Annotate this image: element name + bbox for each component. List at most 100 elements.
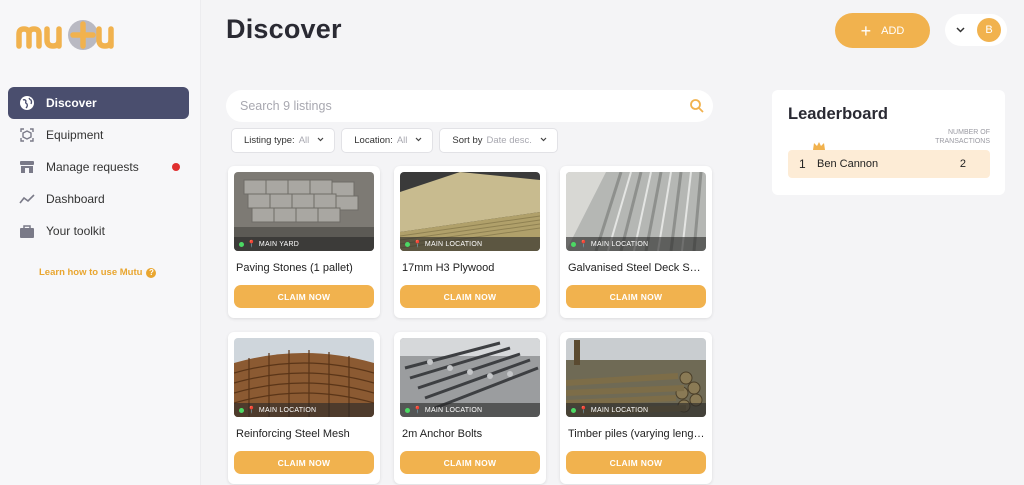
mutu-logo[interactable] <box>16 16 116 56</box>
leaderboard-panel: Leaderboard NUMBER OF TRANSACTIONS 1 Ben… <box>772 90 1005 195</box>
learn-link[interactable]: Learn how to use Mutu ? <box>39 267 157 278</box>
trend-icon <box>18 190 36 208</box>
sidebar-item-label: Your toolkit <box>46 224 105 238</box>
chevron-down-icon <box>317 137 324 144</box>
claim-now-button[interactable]: CLAIM NOW <box>566 451 706 474</box>
location-tag: 📍 MAIN LOCATION <box>566 403 706 417</box>
filter-bar: Listing type: All Location: All Sort by … <box>231 128 558 153</box>
add-button-label: ADD <box>881 24 905 37</box>
pin-icon: 📍 <box>579 407 588 414</box>
search-input[interactable] <box>240 99 670 113</box>
pin-icon: 📍 <box>579 241 588 248</box>
listing-image-steel-deck: 📍 MAIN LOCATION <box>566 172 706 251</box>
location-label: MAIN LOCATION <box>590 406 649 414</box>
listing-image-steel-mesh: 📍 MAIN LOCATION <box>234 338 374 417</box>
listing-image-anchor-bolts: 📍 MAIN LOCATION <box>400 338 540 417</box>
listing-title: Timber piles (varying lengths) <box>568 428 706 440</box>
pin-icon: 📍 <box>247 407 256 414</box>
location-label: MAIN YARD <box>258 240 299 248</box>
sidebar-item-label: Dashboard <box>46 192 105 206</box>
learn-link-label: Learn how to use Mutu <box>39 267 143 278</box>
location-tag: 📍 MAIN YARD <box>234 237 374 251</box>
pin-icon: 📍 <box>247 241 256 248</box>
filter-label: Sort by <box>452 135 483 146</box>
listing-card[interactable]: 📍 MAIN YARD Paving Stones (1 pallet) CLA… <box>228 166 380 318</box>
plus-icon: + <box>860 20 872 41</box>
chevron-down-icon <box>415 137 422 144</box>
location-label: MAIN LOCATION <box>424 406 483 414</box>
search-icon[interactable] <box>689 98 705 119</box>
filter-value: Date desc. <box>486 135 532 146</box>
chevron-down-icon <box>540 137 547 144</box>
user-menu[interactable]: B <box>945 14 1007 46</box>
pin-icon: 📍 <box>413 407 422 414</box>
listing-image-plywood: 📍 MAIN LOCATION <box>400 172 540 251</box>
search-bar <box>226 90 713 122</box>
claim-now-button[interactable]: CLAIM NOW <box>566 285 706 308</box>
globe-icon <box>18 94 36 112</box>
listing-image-paving-stones: 📍 MAIN YARD <box>234 172 374 251</box>
filter-label: Listing type: <box>244 135 295 146</box>
listing-card[interactable]: 📍 MAIN LOCATION 2m Anchor Bolts CLAIM NO… <box>394 332 546 484</box>
filter-sort-by[interactable]: Sort by Date desc. <box>439 128 558 153</box>
filter-value: All <box>298 135 310 146</box>
listing-title: Reinforcing Steel Mesh <box>236 428 350 440</box>
claim-now-button[interactable]: CLAIM NOW <box>234 451 374 474</box>
crown-icon <box>812 141 826 154</box>
leaderboard-column-header: NUMBER OF TRANSACTIONS <box>930 128 990 146</box>
help-icon: ? <box>146 267 157 278</box>
pin-icon: 📍 <box>413 241 422 248</box>
location-label: MAIN LOCATION <box>590 240 649 248</box>
location-label: MAIN LOCATION <box>424 240 483 248</box>
store-icon <box>18 158 36 176</box>
claim-now-button[interactable]: CLAIM NOW <box>400 285 540 308</box>
notification-dot <box>172 163 180 171</box>
filter-value: All <box>396 135 408 146</box>
leaderboard-rank: 1 <box>799 157 806 171</box>
sidebar-nav: Discover Equipment Manage requests Dashb… <box>8 87 189 247</box>
sidebar-item-manage-requests[interactable]: Manage requests <box>8 151 189 183</box>
sidebar-item-label: Manage requests <box>46 160 139 174</box>
sidebar-item-label: Equipment <box>46 128 104 142</box>
sidebar-item-dashboard[interactable]: Dashboard <box>8 183 189 215</box>
chevron-down-icon <box>956 25 965 35</box>
location-tag: 📍 MAIN LOCATION <box>400 237 540 251</box>
listing-title: Paving Stones (1 pallet) <box>236 262 353 274</box>
filter-listing-type[interactable]: Listing type: All <box>231 128 336 153</box>
status-dot <box>405 241 410 247</box>
sidebar: Discover Equipment Manage requests Dashb… <box>0 0 201 485</box>
listing-card[interactable]: 📍 MAIN LOCATION 17mm H3 Plywood CLAIM NO… <box>394 166 546 318</box>
location-tag: 📍 MAIN LOCATION <box>566 237 706 251</box>
column-header-line: NUMBER OF <box>948 129 990 136</box>
listing-card[interactable]: 📍 MAIN LOCATION Reinforcing Steel Mesh C… <box>228 332 380 484</box>
sidebar-item-label: Discover <box>46 96 97 110</box>
claim-now-button[interactable]: CLAIM NOW <box>400 451 540 474</box>
status-dot <box>239 241 244 247</box>
leaderboard-title: Leaderboard <box>788 105 888 123</box>
listing-image-timber-piles: 📍 MAIN LOCATION <box>566 338 706 417</box>
sidebar-item-equipment[interactable]: Equipment <box>8 119 189 151</box>
status-dot <box>571 407 576 413</box>
listing-title: Galvanised Steel Deck Sheets <box>568 262 706 274</box>
location-tag: 📍 MAIN LOCATION <box>400 403 540 417</box>
avatar: B <box>977 18 1001 42</box>
filter-label: Location: <box>354 135 393 146</box>
filter-location[interactable]: Location: All <box>341 128 434 153</box>
listing-title: 2m Anchor Bolts <box>402 428 483 440</box>
listing-title: 17mm H3 Plywood <box>402 262 495 274</box>
leaderboard-name: Ben Cannon <box>817 158 879 170</box>
claim-now-button[interactable]: CLAIM NOW <box>234 285 374 308</box>
location-tag: 📍 MAIN LOCATION <box>234 403 374 417</box>
listing-card[interactable]: 📍 MAIN LOCATION Galvanised Steel Deck Sh… <box>560 166 712 318</box>
add-button[interactable]: + ADD <box>835 13 930 48</box>
status-dot <box>239 407 244 413</box>
leaderboard-row: 1 Ben Cannon 2 <box>788 142 990 178</box>
status-dot <box>405 407 410 413</box>
sidebar-item-your-toolkit[interactable]: Your toolkit <box>8 215 189 247</box>
status-dot <box>571 241 576 247</box>
sidebar-item-discover[interactable]: Discover <box>8 87 189 119</box>
briefcase-icon <box>18 222 36 240</box>
location-label: MAIN LOCATION <box>258 406 317 414</box>
column-header-line: TRANSACTIONS <box>935 138 990 145</box>
listing-card[interactable]: 📍 MAIN LOCATION Timber piles (varying le… <box>560 332 712 484</box>
